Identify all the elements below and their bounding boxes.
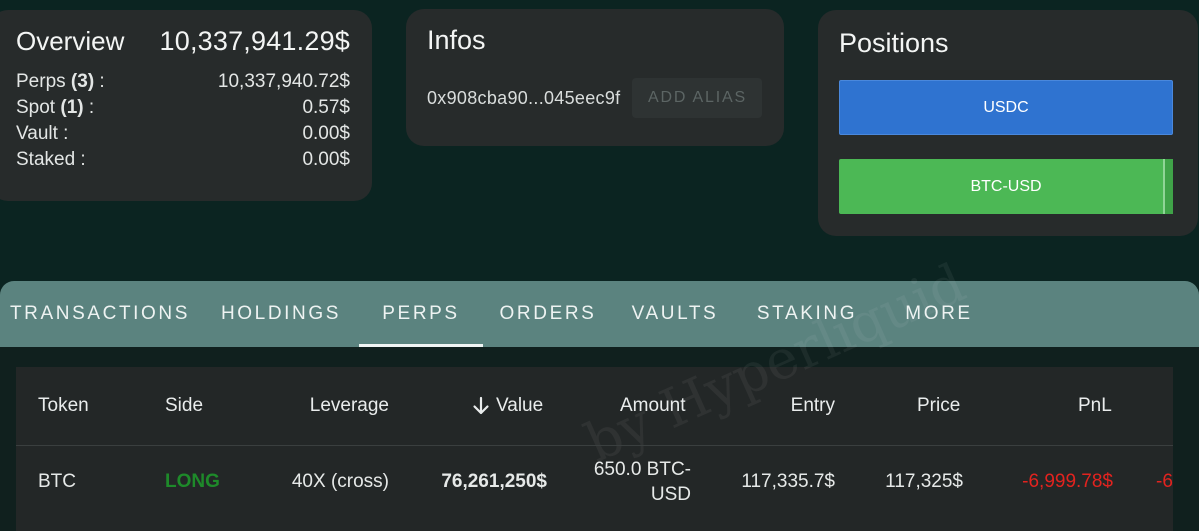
tab-more[interactable]: MORE [877,281,1001,347]
overview-row-value: 10,337,940.72$ [217,71,350,92]
col-header-amount[interactable]: Amount [620,395,685,417]
cell-token: BTC [38,471,76,492]
overview-row-label: Vault : [16,123,69,144]
infos-card: Infos 0x908cba90...045eec9f ADD ALIAS [406,9,784,146]
perps-table-area: by Hyperliquid Token Side Leverage Value… [0,251,1199,531]
tab-vaults[interactable]: VAULTS [613,281,737,347]
overview-row-vault: Vault : 0.00$ [16,121,350,147]
overview-title: Overview [16,26,125,56]
overview-row-count: (3) [70,71,95,92]
tab-holdings[interactable]: HOLDINGS [200,281,362,347]
overview-row-value: 0.00$ [302,149,350,170]
cell-amount-line1: 650.0 BTC- [593,459,691,480]
col-header-value-label: Value [496,395,544,416]
position-bar-btc-usd[interactable]: BTC-USD [839,159,1173,214]
header-divider [16,445,1173,446]
tab-transactions[interactable]: TRANSACTIONS [0,281,200,347]
cell-pnl: -6,999.78$ [1022,471,1113,492]
wallet-address[interactable]: 0x908cba90...045eec9f [427,88,620,109]
tab-staking[interactable]: STAKING [737,281,877,347]
overview-row-label: Staked : [16,149,86,170]
tab-perps[interactable]: PERPS [359,281,483,347]
overview-row-value: 0.00$ [302,123,350,144]
col-header-pnl[interactable]: PnL [1078,395,1112,417]
col-header-token[interactable]: Token [38,395,89,417]
cell-entry: 117,335.7$ [741,471,835,492]
overview-row-staked: Staked : 0.00$ [16,147,350,173]
cell-value: 76,261,250$ [441,471,547,492]
arrow-down-icon [473,396,489,415]
cell-amount-line2: USD [650,484,691,505]
overview-row-label: Spot [16,97,56,118]
overview-row-perps: Perps (3) : 10,337,940.72$ [16,69,350,95]
col-header-side[interactable]: Side [165,395,203,417]
add-alias-button[interactable]: ADD ALIAS [632,78,763,118]
cell-pnl-percent-clipped: -6 [1156,471,1173,492]
cell-leverage: 40X (cross) [291,471,389,492]
overview-row-count: (1) [60,97,84,118]
cell-amount: 650.0 BTC- USD [576,457,691,507]
tab-orders[interactable]: ORDERS [483,281,613,347]
perps-table: by Hyperliquid Token Side Leverage Value… [16,251,1173,531]
cell-side: LONG [165,471,220,492]
overview-card: Overview 10,337,941.29$ Perps (3) : 10,3… [0,10,372,201]
col-header-entry[interactable]: Entry [734,395,835,417]
overview-total: 10,337,941.29$ [159,26,350,56]
overview-row-label: Perps [16,71,66,92]
infos-title: Infos [427,25,486,55]
overview-row-spot: Spot (1) : 0.57$ [16,95,350,121]
overview-row-value: 0.57$ [302,97,350,118]
tab-bar: TRANSACTIONS HOLDINGS PERPS ORDERS VAULT… [0,281,1199,347]
overview-row-suffix: : [83,97,95,118]
cell-price: 117,325$ [885,471,963,492]
col-header-leverage[interactable]: Leverage [288,395,389,417]
positions-card: Positions USDC BTC-USD [818,10,1198,236]
col-header-price[interactable]: Price [917,395,960,417]
position-bar-usdc[interactable]: USDC [839,80,1173,135]
col-header-value[interactable]: Value [470,395,543,417]
overview-row-suffix: : [94,71,105,92]
positions-title: Positions [839,28,949,58]
